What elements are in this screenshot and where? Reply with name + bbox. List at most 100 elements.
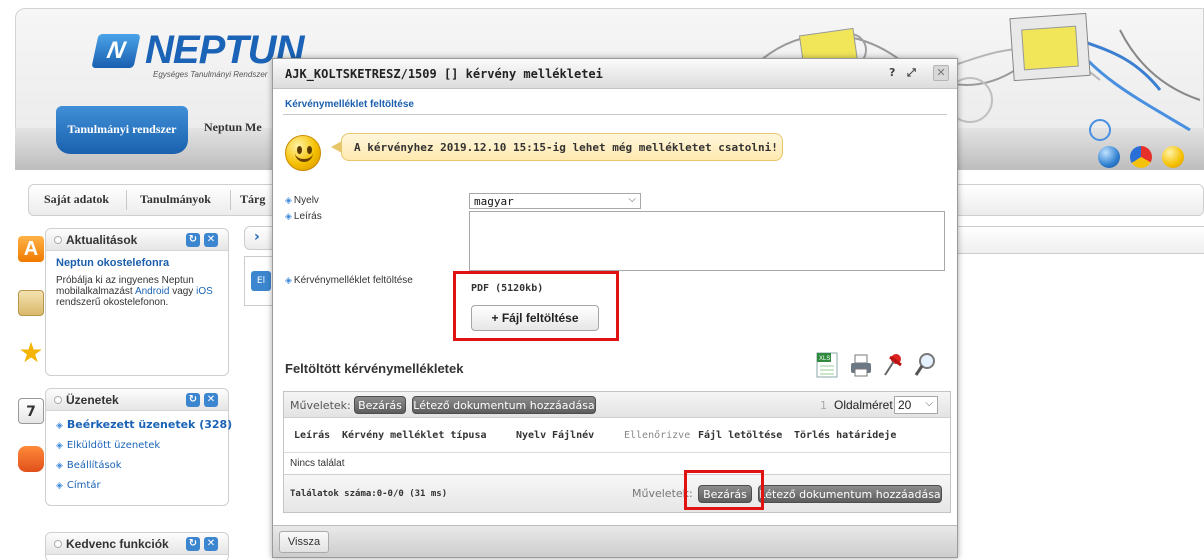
no-results-text: Nincs találat — [290, 458, 345, 469]
alert-a-icon[interactable]: A — [18, 236, 44, 262]
page-size-select[interactable]: 20 ⌵ — [894, 396, 938, 414]
close-icon[interactable]: ✕ — [204, 537, 218, 551]
add-existing-document-button-bottom[interactable]: Létező dokumentum hozzáadása — [758, 485, 942, 503]
chevron-down-icon: ⌵ — [925, 398, 933, 409]
actions-label: Műveletek: — [290, 399, 351, 412]
content-button-icon[interactable]: El — [251, 271, 271, 291]
panel-controls: ↻ ✕ — [186, 537, 220, 551]
message-link-label: Beállítások — [66, 460, 122, 471]
message-link-directory[interactable]: ◈ Címtár — [56, 476, 218, 496]
help-button[interactable]: ? — [889, 66, 895, 79]
panel-dot-icon — [54, 540, 62, 548]
page-size-label: Oldalméret — [834, 398, 893, 412]
bullet-icon: ◈ — [285, 195, 292, 205]
dialog-footer: Vissza — [273, 525, 957, 557]
message-link-sent[interactable]: ◈ Elküldött üzenetek — [56, 436, 218, 456]
android-link[interactable]: Android — [135, 286, 169, 297]
messages-panel: Üzenetek ↻ ✕ ◈ Beérkezett üzenetek (328) … — [45, 388, 232, 506]
dialog-titlebar[interactable]: AJK_KOLTSKETRESZ/1509 [] kérvény mellékl… — [273, 59, 957, 89]
envelope-icon[interactable] — [18, 290, 44, 316]
content-fragment: El — [244, 256, 274, 306]
message-link-inbox[interactable]: ◈ Beérkezett üzenetek (328) — [56, 415, 232, 436]
menu-divider — [230, 190, 231, 210]
star-icon[interactable]: ★ — [18, 339, 44, 367]
column-header-file-download[interactable]: Fájl letöltése — [698, 430, 782, 441]
globe-icon[interactable] — [1098, 146, 1120, 168]
printer-icon[interactable] — [849, 351, 873, 379]
message-link-label: Beérkezett üzenetek (328) — [66, 418, 233, 431]
calendar-icon[interactable]: 7 — [18, 398, 44, 424]
tab-tanulmanyi-rendszer[interactable]: Tanulmányi rendszer — [56, 106, 188, 154]
back-button[interactable]: Vissza — [279, 531, 329, 553]
grid-divider — [284, 452, 950, 453]
logo-subtitle: Egységes Tanulmányi Rendszer — [153, 70, 268, 79]
column-header-language[interactable]: Nyelv — [516, 430, 546, 441]
news-text-2: vagy — [172, 286, 194, 297]
refresh-icon[interactable]: ↻ — [186, 233, 200, 247]
language-select[interactable]: magyar ⌵ — [469, 193, 641, 209]
close-icon[interactable]: ✕ — [933, 65, 949, 81]
grid-toolbar: Műveletek: Bezárás Létező dokumentum hoz… — [284, 392, 950, 418]
neptun-logo[interactable]: N NEPTUN Egységes Tanulmányi Rendszer — [91, 28, 304, 80]
message-link-label: Elküldött üzenetek — [66, 440, 161, 451]
column-header-description[interactable]: Leírás — [294, 430, 330, 441]
smiley-icon — [285, 135, 321, 171]
bullet-icon: ◈ — [56, 461, 63, 471]
smiley-mouth — [295, 153, 313, 162]
column-header-verified[interactable]: Ellenőrizve — [624, 430, 690, 441]
magnifier-icon[interactable] — [913, 351, 937, 379]
panel-controls: ↻ ✕ — [186, 393, 220, 407]
menu-divider — [126, 190, 127, 210]
bullet-icon: ◈ — [56, 421, 63, 431]
chat-bubbles-icon[interactable] — [18, 446, 44, 472]
refresh-icon[interactable]: ↻ — [186, 537, 200, 551]
bullet-icon: ◈ — [285, 211, 292, 221]
ios-link[interactable]: iOS — [196, 286, 213, 297]
news-panel-body: Neptun okostelefonra Próbálja ki az ingy… — [46, 251, 228, 314]
calendar-day: 7 — [26, 404, 36, 420]
page-size-value: 20 — [898, 398, 912, 412]
attachments-dialog: AJK_KOLTSKETRESZ/1509 [] kérvény mellékl… — [272, 58, 958, 558]
column-header-attachment-type[interactable]: Kérvény melléklet típusa — [342, 430, 487, 441]
color-wheel-icon[interactable] — [1130, 146, 1152, 168]
smiley-icon[interactable] — [1162, 146, 1184, 168]
close-icon[interactable]: ✕ — [204, 393, 218, 407]
pin-icon[interactable] — [881, 351, 905, 379]
news-item-text: Próbálja ki az ingyenes Neptun mobilalka… — [56, 275, 218, 308]
upload-label-text: Kérvénymelléklet feltöltése — [293, 275, 413, 286]
grid-footer: Találatok száma:0-0/0 (31 ms) Műveletek:… — [284, 474, 950, 512]
description-textarea[interactable] — [469, 211, 945, 271]
refresh-icon[interactable]: ↻ — [186, 393, 200, 407]
column-header-deletion-deadline[interactable]: Törlés határideje — [794, 430, 896, 441]
description-label-text: Leírás — [293, 211, 322, 222]
menu-item-tanulmanyok[interactable]: Tanulmányok — [140, 192, 211, 207]
news-panel: Aktualitások ↻ ✕ Neptun okostelefonra Pr… — [45, 228, 229, 376]
bullet-icon: ◈ — [285, 275, 292, 285]
panel-dot-icon — [54, 236, 62, 244]
language-select-value: magyar — [474, 195, 514, 208]
column-header-filename[interactable]: Fájlnév — [552, 430, 594, 441]
add-existing-document-button-top[interactable]: Létező dokumentum hozzáadása — [412, 396, 596, 414]
close-icon[interactable]: ✕ — [204, 233, 218, 247]
close-grid-button-top[interactable]: Bezárás — [354, 396, 406, 414]
upload-label: ◈ Kérvénymelléklet feltöltése — [285, 275, 413, 286]
excel-export-icon[interactable]: XLS — [815, 351, 839, 379]
news-text-3: rendszerű okostelefonon. — [56, 297, 169, 308]
uploaded-list-title: Feltöltött kérvénymellékletek — [285, 361, 464, 376]
news-item-title[interactable]: Neptun okostelefonra — [56, 257, 218, 269]
news-panel-title: Aktualitások — [66, 233, 138, 247]
section-title: Kérvénymelléklet feltöltése — [285, 99, 414, 110]
page-number[interactable]: 1 — [820, 399, 827, 412]
deadline-notice: A kérvényhez 2019.12.10 15:15-ig lehet m… — [341, 133, 783, 161]
section-divider — [283, 114, 947, 115]
attachments-grid: Műveletek: Bezárás Létező dokumentum hoz… — [283, 391, 951, 513]
restore-icon[interactable]: ⤢ — [907, 66, 916, 80]
menu-item-sajat-adatok[interactable]: Saját adatok — [44, 192, 109, 207]
panel-controls: ↻ ✕ — [186, 233, 220, 247]
menu-item-targyak[interactable]: Tárg — [240, 192, 265, 207]
message-link-settings[interactable]: ◈ Beállítások — [56, 456, 218, 476]
favorites-panel-header: Kedvenc funkciók ↻ ✕ — [46, 533, 228, 555]
language-label: ◈ Nyelv — [285, 195, 319, 206]
tab-neptun-me[interactable]: Neptun Me — [204, 120, 262, 135]
content-expand-toggle[interactable]: › — [244, 226, 274, 250]
